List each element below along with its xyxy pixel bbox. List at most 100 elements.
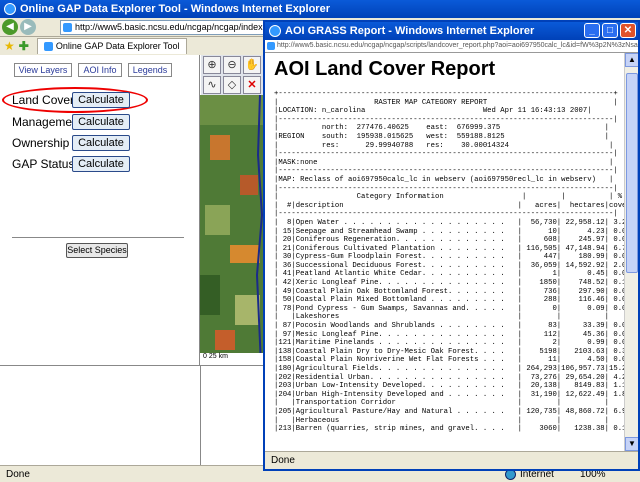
report-line: |138|Coastal Plain Dry to Dry-Mesic Oak … xyxy=(274,347,626,356)
browser-tab[interactable]: Online GAP Data Explorer Tool xyxy=(36,38,187,54)
management-calculate-button[interactable]: Calculate xyxy=(72,114,130,130)
report-line: | 8|Open Water . . . . . . . . . . . . .… xyxy=(274,218,626,227)
report-line: |---------------------------------------… xyxy=(274,210,618,219)
map-forest-patch xyxy=(200,275,220,315)
raster-category-report: +---------------------------------------… xyxy=(274,90,626,434)
popup-window-controls: _ □ ✕ xyxy=(584,23,636,38)
report-line: | Category Information | | | % | xyxy=(274,193,623,202)
zoom-in-icon[interactable]: ⊕ xyxy=(203,56,221,74)
map-urban-patch xyxy=(230,245,260,263)
report-body: AOI Land Cover Report +-----------------… xyxy=(265,53,638,451)
ie-logo-icon xyxy=(269,25,281,37)
report-heading: AOI Land Cover Report xyxy=(274,58,496,80)
measure-icon[interactable]: ∿ xyxy=(203,76,221,94)
report-line: |LOCATION: n_carolina Wed Apr 11 16:43:1… xyxy=(274,107,592,116)
popup-window-title: AOI GRASS Report - Windows Internet Expl… xyxy=(285,25,535,37)
popup-status-text: Done xyxy=(271,455,295,466)
main-status-text: Done xyxy=(6,468,30,480)
report-line: |MASK:none | xyxy=(274,158,614,167)
report-line: |213|Barren (quarries, strip mines, and … xyxy=(274,425,626,434)
minimize-icon[interactable]: _ xyxy=(584,23,600,38)
gap-status-label: GAP Status xyxy=(12,157,75,171)
browser-tab-label: Online GAP Data Explorer Tool xyxy=(55,41,180,51)
popup-scrollbar[interactable]: ▲ ▼ xyxy=(624,53,638,451)
report-popup-window: AOI GRASS Report - Windows Internet Expl… xyxy=(263,20,640,471)
report-line: | 50|Coastal Plain Mixed Bottomland . . … xyxy=(274,296,626,305)
report-line: | #|description | acres| hectares|cover| xyxy=(274,201,626,210)
ownership-calculate-button[interactable]: Calculate xyxy=(72,135,130,151)
report-line: |MAP: Reclass of aoi697950calc_lc in web… xyxy=(274,175,614,184)
gap-status-calculate-button[interactable]: Calculate xyxy=(72,156,130,172)
map-scale-bar: 0 25 km xyxy=(200,353,266,365)
report-line: | 15|Seepage and Streamhead Swamp . . . … xyxy=(274,227,626,236)
maximize-icon[interactable]: □ xyxy=(602,23,618,38)
report-line: | 87|Pocosin Woodlands and Shrublands . … xyxy=(274,322,626,331)
select-species-button[interactable]: Select Species xyxy=(66,243,128,258)
report-line: |---------------------------------------… xyxy=(274,150,618,159)
main-title-bar: Online GAP Data Explorer Tool - Windows … xyxy=(0,0,640,18)
map-field-patch xyxy=(235,295,260,325)
report-line: | RASTER MAP CATEGORY REPORT | xyxy=(274,98,618,107)
map-urban-patch xyxy=(240,175,258,195)
divider xyxy=(12,237,184,238)
scroll-thumb[interactable] xyxy=(626,73,638,273)
popup-address-field[interactable]: http://www5.basic.ncsu.edu/ncgap/ncgap/s… xyxy=(265,40,638,53)
report-line: | 41|Peatland Atlantic White Cedar. . . … xyxy=(274,270,626,279)
back-icon[interactable]: ◀ xyxy=(2,19,18,35)
report-line: |REGION south: 195938.015625 west: 55918… xyxy=(274,132,610,141)
report-line: |205|Agricultural Pasture/Hay and Natura… xyxy=(274,407,626,416)
report-line: |203|Urban Low-Intensity Developed. . . … xyxy=(274,382,626,391)
forward-icon[interactable]: ▶ xyxy=(20,19,36,35)
map-field-patch xyxy=(200,95,266,125)
add-favorite-icon[interactable]: ✚ xyxy=(19,39,29,53)
report-line: |204|Urban High-Intensity Developed and … xyxy=(274,390,626,399)
report-line: |---------------------------------------… xyxy=(274,184,618,193)
page-content: View Layers AOI Info Legends Land Cover … xyxy=(0,55,270,475)
map-field-patch xyxy=(205,205,230,235)
report-line: | 21|Coniferous Cultivated Plantation . … xyxy=(274,244,626,253)
tab-aoi-info[interactable]: AOI Info xyxy=(78,63,122,77)
map-urban-patch xyxy=(210,135,230,160)
report-line: | res: 29.99940788 res: 30.00014324 | xyxy=(274,141,614,150)
popup-title-bar: AOI GRASS Report - Windows Internet Expl… xyxy=(265,22,638,40)
scroll-up-icon[interactable]: ▲ xyxy=(625,53,638,67)
report-line: |---------------------------------------… xyxy=(274,167,618,176)
land-cover-label: Land Cover xyxy=(12,93,75,107)
land-cover-map[interactable] xyxy=(200,95,266,365)
report-line: | |Transportation Corridor | | | | xyxy=(274,399,610,408)
report-line: |202|Residential Urban. . . . . . . . . … xyxy=(274,373,626,382)
report-line: | 97|Mesic Longleaf Pine. . . . . . . . … xyxy=(274,330,626,339)
report-line: | 78|Pond Cypress - Gum Swamps, Savannas… xyxy=(274,304,626,313)
polygon-icon[interactable]: ◇ xyxy=(223,76,241,94)
report-line: | 20|Coniferous Regeneration. . . . . . … xyxy=(274,236,626,245)
report-line: | |Lakeshores | | | | xyxy=(274,313,610,322)
favorites-star-icon[interactable]: ★ xyxy=(4,39,15,53)
report-line: | |Herbaceous | | | | xyxy=(274,416,610,425)
zoom-out-icon[interactable]: ⊖ xyxy=(223,56,241,74)
lower-divider xyxy=(200,365,201,475)
report-line: | 36|Successional Deciduous Forest. . . … xyxy=(274,261,626,270)
report-line: | 42|Xeric Longleaf Pine. . . . . . . . … xyxy=(274,279,626,288)
tab-row: ★ ✚ Online GAP Data Explorer Tool xyxy=(0,37,270,55)
page-icon xyxy=(43,42,53,51)
close-icon[interactable]: ✕ xyxy=(620,23,636,38)
land-cover-calculate-button[interactable]: Calculate xyxy=(72,92,130,108)
map-urban-patch xyxy=(215,330,235,350)
report-line: |121|Maritime Pinelands . . . . . . . . … xyxy=(274,339,626,348)
tab-legends[interactable]: Legends xyxy=(128,63,172,77)
scroll-down-icon[interactable]: ▼ xyxy=(625,437,638,451)
report-line: +---------------------------------------… xyxy=(274,90,618,98)
ownership-label: Ownership xyxy=(12,136,70,150)
lower-panel xyxy=(0,365,270,475)
report-line: |158|Coastal Plain Nonriverine Wet Flat … xyxy=(274,356,626,365)
ie-logo-icon xyxy=(4,3,16,15)
popup-status-bar: Done xyxy=(265,451,638,469)
report-line: |180|Agricultural Fields. . . . . . . . … xyxy=(274,365,626,373)
tab-view-layers[interactable]: View Layers xyxy=(14,63,72,77)
map-toolbar: ⊕ ⊖ ✋ ∿ ◇ ✕ xyxy=(201,55,265,95)
address-field[interactable]: http://www5.basic.ncsu.edu/ncgap/ncgap/i… xyxy=(60,19,270,35)
pan-hand-icon[interactable]: ✋ xyxy=(243,56,261,74)
report-line: |---------------------------------------… xyxy=(274,115,618,124)
report-line: | 30|Cypress-Gum Floodplain Forest. . . … xyxy=(274,253,626,262)
clear-x-icon[interactable]: ✕ xyxy=(243,76,261,94)
